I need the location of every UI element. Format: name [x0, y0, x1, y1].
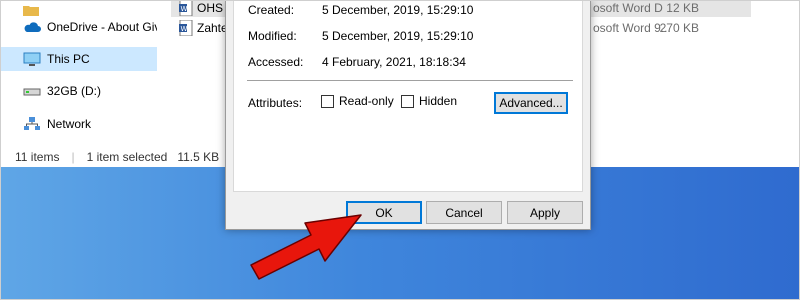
- red-arrow-shape: [250, 214, 362, 280]
- status-selection: 1 item selected: [86, 150, 168, 164]
- hidden-label: Hidden: [419, 94, 458, 108]
- apply-button[interactable]: Apply: [507, 201, 583, 224]
- nav-item-label: OneDrive - About Giv: [47, 20, 157, 34]
- hidden-checkbox-box[interactable]: [401, 94, 414, 108]
- readonly-checkbox-box[interactable]: [321, 94, 334, 108]
- drive-icon: [23, 84, 41, 98]
- this-pc-icon: [23, 52, 41, 66]
- general-tab-panel: Created: 5 December, 2019, 15:29:10 Modi…: [233, 1, 583, 192]
- advanced-button[interactable]: Advanced...: [494, 92, 568, 114]
- accessed-value: 4 February, 2021, 18:18:34: [322, 55, 466, 69]
- status-size: 11.5 KB: [177, 150, 220, 164]
- divider: [247, 80, 573, 81]
- status-separator: |: [71, 150, 75, 164]
- nav-item-label: This PC: [47, 52, 90, 66]
- accessed-label: Accessed:: [248, 55, 304, 69]
- file-size: 270 KB: [659, 20, 699, 35]
- readonly-checkbox[interactable]: Read-only: [321, 94, 394, 108]
- navigation-pane: OneDrive - About Giv This PC 32GB (D:) N…: [1, 1, 159, 147]
- cancel-button[interactable]: Cancel: [426, 201, 502, 224]
- modified-label: Modified:: [248, 29, 297, 43]
- desktop-background: OneDrive - About Giv This PC 32GB (D:) N…: [0, 0, 800, 300]
- modified-value: 5 December, 2019, 15:29:10: [322, 29, 474, 43]
- status-item-count: 11 items: [15, 150, 60, 164]
- file-size: 12 KB: [666, 1, 699, 15]
- nav-item-label: 32GB (D:): [47, 84, 102, 98]
- nav-item-onedrive[interactable]: OneDrive - About Giv: [1, 15, 157, 39]
- svg-text:W: W: [181, 25, 188, 33]
- nav-item-drive-d[interactable]: 32GB (D:): [1, 79, 157, 103]
- created-label: Created:: [248, 3, 295, 17]
- word-document-icon: W: [179, 1, 193, 16]
- nav-item-this-pc[interactable]: This PC: [1, 47, 157, 71]
- accessed-row: Accessed: 4 February, 2021, 18:18:34: [248, 55, 466, 69]
- created-row: Created: 5 December, 2019, 15:29:10: [248, 3, 473, 17]
- word-document-icon: W: [179, 19, 193, 36]
- hidden-checkbox[interactable]: Hidden: [401, 94, 457, 108]
- modified-row: Modified: 5 December, 2019, 15:29:10: [248, 29, 473, 43]
- nav-item-label: Network: [47, 117, 92, 131]
- network-icon: [23, 117, 41, 131]
- svg-text:W: W: [181, 5, 188, 13]
- nav-item-network[interactable]: Network: [1, 112, 157, 136]
- red-arrow-annotation: [250, 214, 362, 280]
- attributes-label: Attributes:: [248, 96, 303, 110]
- readonly-label: Read-only: [339, 94, 394, 108]
- created-value: 5 December, 2019, 15:29:10: [322, 3, 474, 17]
- onedrive-cloud-icon: [23, 20, 41, 34]
